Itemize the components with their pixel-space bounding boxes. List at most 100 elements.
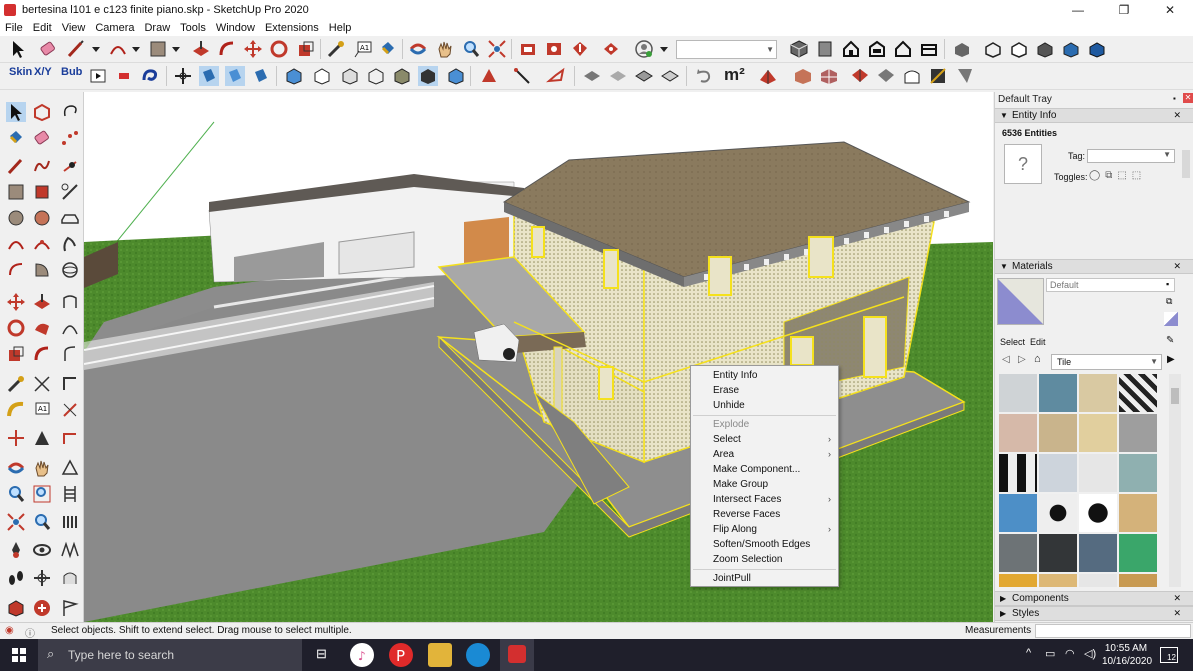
- truss-plugin-icon[interactable]: [60, 540, 80, 560]
- column-plugin-icon[interactable]: [60, 512, 80, 532]
- default-material-icon[interactable]: ▪: [1166, 279, 1169, 289]
- task-view-icon[interactable]: ⊟: [316, 646, 327, 662]
- front-view-icon[interactable]: [841, 39, 861, 59]
- zoom-extents-tool-icon[interactable]: [6, 512, 26, 532]
- triangle-plugin-icon[interactable]: [60, 458, 80, 478]
- material-swatch[interactable]: [1039, 494, 1077, 532]
- grip-plugin-icon[interactable]: [60, 568, 80, 588]
- context-soften-edges[interactable]: Soften/Smooth Edges: [691, 537, 838, 552]
- flip-edge-icon[interactable]: [660, 66, 680, 86]
- scale-tool-icon[interactable]: [6, 344, 26, 364]
- geolocation-icon[interactable]: ◉: [5, 625, 14, 636]
- axes-tool-icon[interactable]: [173, 66, 193, 86]
- top-view-icon[interactable]: [815, 39, 835, 59]
- curve-plugin-icon[interactable]: [60, 344, 80, 364]
- play-icon[interactable]: [88, 66, 108, 86]
- outer-shell-icon[interactable]: [446, 66, 466, 86]
- offset-tool-icon[interactable]: [217, 39, 237, 59]
- material-swatch[interactable]: [999, 374, 1037, 412]
- text-tool-icon[interactable]: A1: [353, 39, 373, 59]
- swirl-plugin-icon[interactable]: [140, 66, 160, 86]
- material-swatch[interactable]: [1119, 534, 1157, 572]
- warehouse-3d-icon[interactable]: [518, 39, 538, 59]
- material-swatch[interactable]: [1039, 454, 1077, 492]
- context-jointpull[interactable]: JointPull: [691, 571, 838, 586]
- menu-file[interactable]: File: [0, 22, 28, 34]
- menu-help[interactable]: Help: [324, 22, 357, 34]
- solid-intersect-icon[interactable]: [366, 66, 386, 86]
- roof-plugin-icon[interactable]: [758, 66, 778, 86]
- look-around-icon[interactable]: [32, 540, 52, 560]
- info-icon[interactable]: ⓘ: [25, 625, 35, 640]
- pinterest-icon[interactable]: P: [389, 643, 413, 667]
- follow-me-tool-icon[interactable]: [32, 318, 52, 338]
- previous-view-icon[interactable]: [32, 512, 52, 532]
- line-extend-plugin-icon[interactable]: [60, 374, 80, 394]
- maximize-button[interactable]: ❐: [1101, 0, 1147, 20]
- context-flip-along[interactable]: Flip Along ›: [691, 522, 838, 537]
- xray-style-icon[interactable]: [952, 39, 972, 59]
- floor-plugin-icon[interactable]: [819, 66, 839, 86]
- material-swatch[interactable]: [1079, 574, 1117, 587]
- select-tool-icon[interactable]: [8, 39, 28, 59]
- pin-icon[interactable]: ▪: [1173, 94, 1176, 103]
- right-view-icon[interactable]: [867, 39, 887, 59]
- entity-scrollbar[interactable]: [1182, 150, 1190, 178]
- material-swatch[interactable]: [1119, 494, 1157, 532]
- position-camera-icon[interactable]: [6, 540, 26, 560]
- solid-shell-icon[interactable]: [418, 66, 438, 86]
- dimension-tool-icon[interactable]: [32, 374, 52, 394]
- material-swatch[interactable]: [1119, 414, 1157, 452]
- context-erase[interactable]: Erase: [691, 383, 838, 398]
- windows-start-icon[interactable]: [12, 648, 26, 662]
- materials-scrollbar[interactable]: [1169, 374, 1181, 587]
- material-swatch[interactable]: [999, 574, 1037, 587]
- hidden-line-style-icon[interactable]: [1009, 39, 1029, 59]
- text-tool-icon[interactable]: A1: [32, 400, 52, 420]
- freehand-dots-icon[interactable]: [60, 128, 80, 148]
- context-select[interactable]: Select ›: [691, 432, 838, 447]
- material-swatch[interactable]: [1039, 534, 1077, 572]
- shaded-style-icon[interactable]: [1035, 39, 1055, 59]
- material-swatch[interactable]: [1079, 414, 1117, 452]
- create-material-icon[interactable]: ⧉: [1166, 296, 1172, 307]
- solid-trim-icon[interactable]: [340, 66, 360, 86]
- extrude-plugin-icon[interactable]: [60, 292, 80, 312]
- battery-icon[interactable]: ▭: [1045, 647, 1055, 660]
- window-plugin-icon[interactable]: [850, 66, 870, 86]
- details-arrow-icon[interactable]: ▶: [1167, 354, 1175, 365]
- section-plane-tool-icon[interactable]: [32, 568, 52, 588]
- volume-icon[interactable]: ◁): [1084, 647, 1096, 660]
- solid-split-icon[interactable]: [392, 66, 412, 86]
- context-area[interactable]: Area ›: [691, 447, 838, 462]
- extension-manager-icon[interactable]: [601, 39, 621, 59]
- section-plane-icon[interactable]: [199, 66, 219, 86]
- cut-tool-icon[interactable]: [60, 182, 80, 202]
- bub-plugin-button[interactable]: Bub: [61, 66, 82, 78]
- close-button[interactable]: ✕: [1147, 0, 1193, 20]
- sandbox-from-contours-icon[interactable]: [479, 66, 499, 86]
- tag-dropdown[interactable]: ▼: [676, 40, 777, 59]
- wifi-icon[interactable]: ◠: [1065, 647, 1075, 660]
- context-make-group[interactable]: Make Group: [691, 477, 838, 492]
- tangent-plugin-icon[interactable]: [60, 400, 80, 420]
- push-pull-tool-icon[interactable]: [32, 292, 52, 312]
- material-swatch[interactable]: [1119, 454, 1157, 492]
- material-swatch[interactable]: [1119, 374, 1157, 412]
- line-tool-icon[interactable]: [6, 156, 26, 176]
- ladder-plugin-icon[interactable]: [60, 484, 80, 504]
- solid-tools-icon[interactable]: [6, 598, 26, 618]
- rotate-tool-icon[interactable]: [269, 39, 289, 59]
- tray-chevron-icon[interactable]: ^: [1026, 647, 1031, 659]
- scrollbar-thumb[interactable]: [1171, 388, 1179, 404]
- stamp-tool-icon[interactable]: [582, 66, 602, 86]
- eraser-tool-icon[interactable]: [38, 39, 58, 59]
- arc-tool-icon[interactable]: [6, 234, 26, 254]
- material-swatch[interactable]: [1079, 454, 1117, 492]
- smoove-tool-icon[interactable]: [546, 66, 566, 86]
- entity-info-panel-header[interactable]: ▼ Entity Info ✕: [995, 108, 1193, 123]
- rotated-rectangle-icon[interactable]: [32, 182, 52, 202]
- share-model-icon[interactable]: [570, 39, 590, 59]
- move-tool-icon[interactable]: [243, 39, 263, 59]
- weld-tool-icon[interactable]: [60, 156, 80, 176]
